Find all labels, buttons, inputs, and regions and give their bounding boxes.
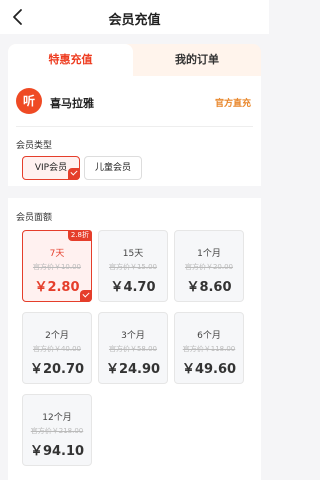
page-title: 会员充值 xyxy=(108,13,161,28)
amount-option-6m[interactable]: 6个月 官方价￥118.00 ￥49.60 xyxy=(174,312,244,384)
check-icon xyxy=(80,290,92,302)
option-name: 7天 xyxy=(49,249,65,259)
member-type-kids[interactable]: 儿童会员 xyxy=(84,156,142,180)
option-price: ￥24.90 xyxy=(105,362,161,377)
amount-option-7d[interactable]: 7天 官方价￥10.00 ￥2.80 2.8折 xyxy=(22,230,92,302)
option-original-price: 官方价￥10.00 xyxy=(32,263,82,271)
brand-name: 喜马拉雅 xyxy=(50,97,94,110)
member-type-title: 会员类型 xyxy=(16,141,53,151)
option-price: ￥94.10 xyxy=(29,444,85,459)
option-original-price: 官方价￥15.00 xyxy=(108,263,158,271)
option-original-price: 官方价￥40.00 xyxy=(32,345,82,353)
option-name: 6个月 xyxy=(197,331,221,341)
amount-option-12m[interactable]: 12个月 官方价￥218.00 ￥94.10 xyxy=(22,394,92,466)
amount-option-1m[interactable]: 1个月 官方价￥20.00 ￥8.60 xyxy=(174,230,244,302)
option-original-price: 官方价￥218.00 xyxy=(30,427,84,435)
amount-option-2m[interactable]: 2个月 官方价￥40.00 ￥20.70 xyxy=(22,312,92,384)
option-price: ￥4.70 xyxy=(110,280,156,295)
option-name: 12个月 xyxy=(42,413,72,423)
option-original-price: 官方价￥118.00 xyxy=(182,345,236,353)
member-type-kids-label: 儿童会员 xyxy=(94,163,131,173)
option-name: 3个月 xyxy=(121,331,145,341)
option-name: 1个月 xyxy=(197,249,221,259)
amount-title: 会员面额 xyxy=(16,213,53,223)
divider xyxy=(16,126,253,127)
check-icon xyxy=(68,168,80,180)
brand-logo: 听 xyxy=(16,88,42,114)
amount-option-15d[interactable]: 15天 官方价￥15.00 ￥4.70 xyxy=(98,230,168,302)
top-bar: 会员充值 xyxy=(0,0,269,34)
official-badge: 官方直充 xyxy=(214,99,251,109)
discount-badge: 2.8折 xyxy=(67,230,92,241)
option-name: 15天 xyxy=(122,249,144,259)
option-original-price: 官方价￥58.00 xyxy=(108,345,158,353)
tab-special-recharge[interactable]: 特惠充值 xyxy=(8,44,133,76)
tab-my-orders[interactable]: 我的订单 xyxy=(133,44,261,76)
option-price: ￥49.60 xyxy=(181,362,237,377)
option-name: 2个月 xyxy=(45,331,69,341)
option-original-price: 官方价￥20.00 xyxy=(184,263,234,271)
option-price: ￥8.60 xyxy=(186,280,232,295)
amount-option-3m[interactable]: 3个月 官方价￥58.00 ￥24.90 xyxy=(98,312,168,384)
option-price: ￥20.70 xyxy=(29,362,85,377)
member-type-vip[interactable]: VIP会员 xyxy=(22,156,80,180)
member-type-vip-label: VIP会员 xyxy=(34,163,68,173)
